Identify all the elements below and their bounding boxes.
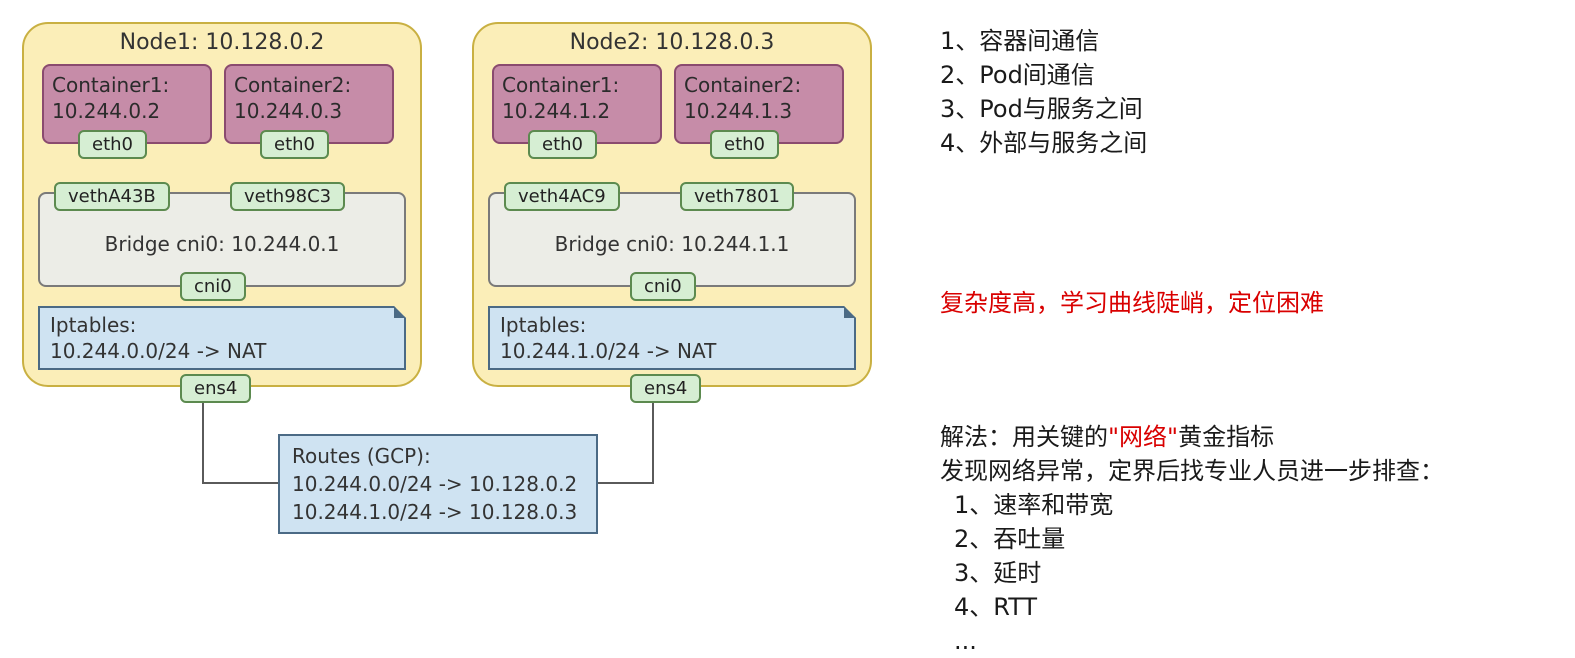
iptables-rule: 10.244.1.0/24 -> NAT xyxy=(490,338,854,364)
bridge-title: Bridge cni0: 10.244.1.1 xyxy=(490,232,854,256)
veth-chip: veth7801 xyxy=(680,182,794,211)
topic-item: 3、Pod与服务之间 xyxy=(940,92,1560,126)
metric-item: ... xyxy=(954,624,1560,658)
iptables-header: Iptables: xyxy=(490,308,854,338)
node1-title: Node1: 10.128.0.2 xyxy=(24,30,420,55)
ens4-chip: ens4 xyxy=(180,374,251,403)
eth0-chip: eth0 xyxy=(78,130,147,159)
node2-iptables: Iptables: 10.244.1.0/24 -> NAT xyxy=(488,306,856,370)
solution-quoted: "网络" xyxy=(1108,423,1178,451)
routes-r2: 10.244.1.0/24 -> 10.128.0.3 xyxy=(280,498,596,526)
routes-r1: 10.244.0.0/24 -> 10.128.0.2 xyxy=(280,470,596,498)
solution-line2: 发现网络异常，定界后找专业人员进一步排查： xyxy=(940,454,1560,488)
topic-item: 1、容器间通信 xyxy=(940,24,1560,58)
iptables-rule: 10.244.0.0/24 -> NAT xyxy=(40,338,404,364)
bridge-title: Bridge cni0: 10.244.0.1 xyxy=(40,232,404,256)
veth-chip: veth4AC9 xyxy=(504,182,620,211)
metric-item: 3、延时 xyxy=(954,556,1560,590)
routes-box: Routes (GCP): 10.244.0.0/24 -> 10.128.0.… xyxy=(278,434,598,534)
routes-header: Routes (GCP): xyxy=(280,436,596,470)
veth-chip: veth98C3 xyxy=(230,182,345,211)
eth0-chip: eth0 xyxy=(528,130,597,159)
iptables-header: Iptables: xyxy=(40,308,404,338)
sidebar-notes: 1、容器间通信 2、Pod间通信 3、Pod与服务之间 4、外部与服务之间 复杂… xyxy=(940,24,1560,658)
eth0-chip: eth0 xyxy=(260,130,329,159)
warning-line: 复杂度高，学习曲线陡峭，定位困难 xyxy=(940,286,1560,320)
container-label: Container2: 10.244.1.3 xyxy=(684,72,834,124)
cni0-chip: cni0 xyxy=(630,272,696,301)
network-diagram: Node1: 10.128.0.2 Container1: 10.244.0.2… xyxy=(22,22,892,582)
container-label: Container1: 10.244.1.2 xyxy=(502,72,652,124)
container-label: Container1: 10.244.0.2 xyxy=(52,72,202,124)
ens4-chip: ens4 xyxy=(630,374,701,403)
solution-prefix: 解法：用关键的 xyxy=(940,423,1108,451)
node2: Node2: 10.128.0.3 Container1: 10.244.1.2… xyxy=(472,22,872,387)
node1-iptables: Iptables: 10.244.0.0/24 -> NAT xyxy=(38,306,406,370)
solution-line1: 解法：用关键的"网络"黄金指标 xyxy=(940,420,1560,454)
topic-item: 2、Pod间通信 xyxy=(940,58,1560,92)
cni0-chip: cni0 xyxy=(180,272,246,301)
container-label: Container2: 10.244.0.3 xyxy=(234,72,384,124)
topic-item: 4、外部与服务之间 xyxy=(940,126,1560,160)
metric-item: 4、RTT xyxy=(954,590,1560,624)
metric-item: 2、吞吐量 xyxy=(954,522,1560,556)
eth0-chip: eth0 xyxy=(710,130,779,159)
solution-suffix: 黄金指标 xyxy=(1178,423,1274,451)
metric-item: 1、速率和带宽 xyxy=(954,488,1560,522)
node1: Node1: 10.128.0.2 Container1: 10.244.0.2… xyxy=(22,22,422,387)
node2-title: Node2: 10.128.0.3 xyxy=(474,30,870,55)
veth-chip: vethA43B xyxy=(54,182,170,211)
